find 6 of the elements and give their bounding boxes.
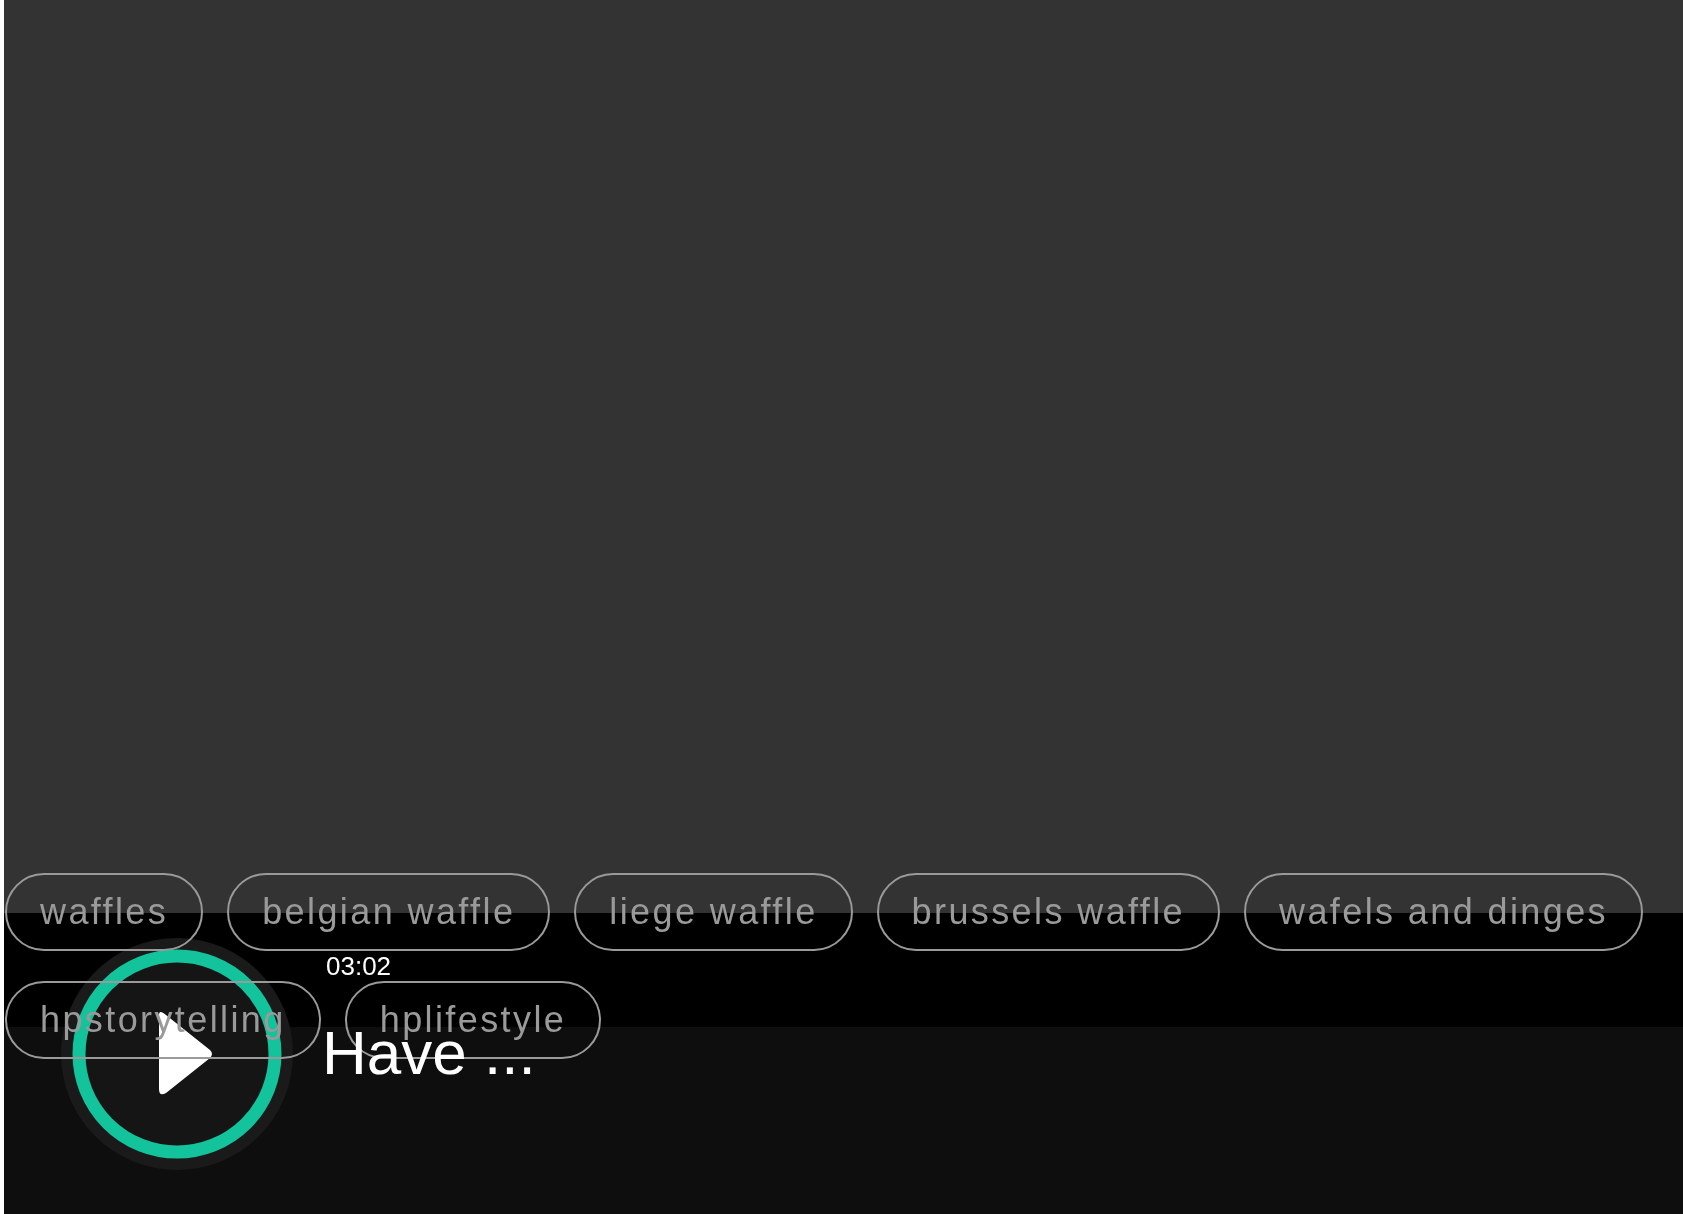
tag-link[interactable]: waffles — [5, 873, 204, 951]
tag-link[interactable]: wafels and dinges — [1244, 873, 1644, 951]
tag-link[interactable]: brussels waffle — [876, 873, 1221, 951]
duration-label: 03:02 — [326, 953, 392, 979]
tag-link[interactable]: liege waffle — [574, 873, 853, 951]
tag-link[interactable]: belgian waffle — [227, 873, 551, 951]
